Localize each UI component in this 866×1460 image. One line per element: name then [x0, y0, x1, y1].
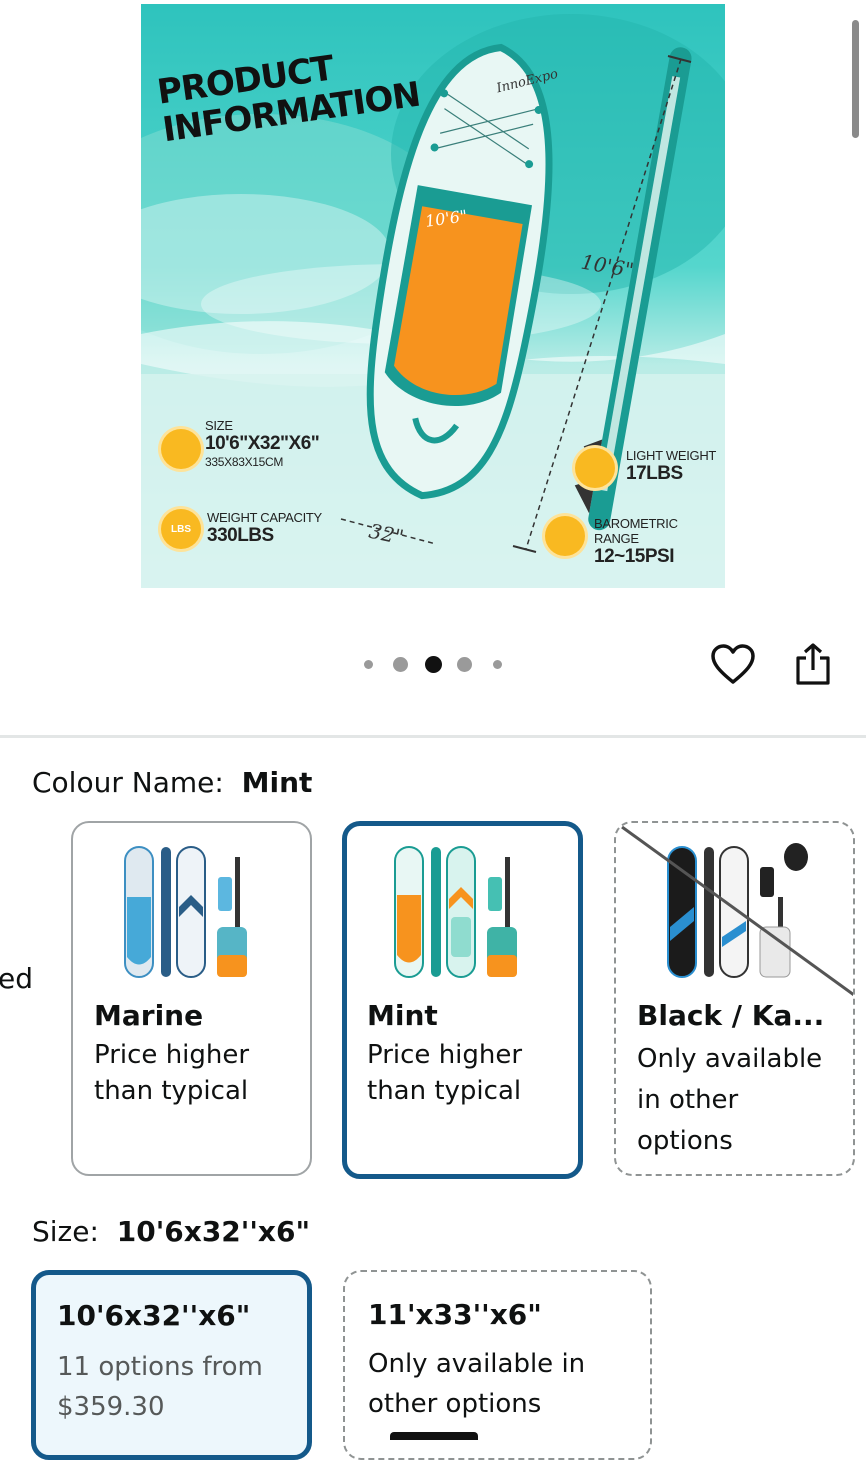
- size-selected-value: 10'6x32''x6": [116, 1215, 311, 1248]
- spec-size-metric: 335X83X15CM: [205, 455, 284, 469]
- feather-icon: [575, 448, 615, 488]
- carousel-dot-3[interactable]: [425, 656, 442, 673]
- colour-option-mint[interactable]: Mint Price higher than typical: [342, 821, 583, 1179]
- colour-option-note: Price higher than typical: [367, 1037, 522, 1109]
- carousel-dot-2[interactable]: [393, 657, 408, 672]
- section-divider: [0, 735, 866, 738]
- size-option-name: 11'x33''x6": [368, 1298, 542, 1331]
- mint-thumbnail: [394, 846, 517, 978]
- gauge-icon: [545, 516, 585, 556]
- colour-option-name: Black / Ka...: [637, 999, 825, 1032]
- unavailable-strike-line: [621, 825, 853, 997]
- spec-capacity: WEIGHT CAPACITY 330LBS: [207, 510, 322, 547]
- spec-weight: LIGHT WEIGHT 17LBS: [626, 448, 716, 485]
- spec-size-value: 10'6"X32"X6": [205, 433, 320, 454]
- heart-icon[interactable]: [710, 644, 756, 686]
- spec-capacity-label: WEIGHT CAPACITY: [207, 510, 322, 525]
- colour-option-note-line1: Only available: [637, 1044, 823, 1074]
- spec-size: SIZE 10'6"X32"X6" 335X83X15CM: [205, 418, 320, 469]
- colour-option-note-line3: options: [637, 1126, 733, 1156]
- carousel-dot-4[interactable]: [457, 657, 472, 672]
- spec-capacity-value: 330LBS: [207, 525, 274, 546]
- size-label: Size:: [32, 1215, 99, 1248]
- offscreen-card-fragment: ed: [0, 962, 33, 995]
- colour-option-name: Marine: [94, 999, 204, 1032]
- size-option-name: 10'6x32''x6": [57, 1299, 251, 1332]
- spec-weight-label: LIGHT WEIGHT: [626, 448, 717, 463]
- size-option-note: 11 options from $359.30: [57, 1347, 263, 1427]
- colour-option-note-line2: in other: [637, 1085, 739, 1115]
- product-image[interactable]: PRODUCT INFORMATION 10'6" 32" 10'6" Inno…: [141, 4, 725, 588]
- colour-label-row: Colour Name: Mint: [32, 766, 312, 799]
- size-option-note-line1: Only available in: [368, 1349, 586, 1379]
- size-option-11[interactable]: 11'x33''x6" Only available in other opti…: [343, 1270, 652, 1460]
- colour-option-note-line2: than typical: [94, 1076, 249, 1106]
- size-option-price: $359.30: [57, 1392, 165, 1422]
- spec-weight-value: 17LBS: [626, 463, 683, 484]
- colour-option-note: Price higher than typical: [94, 1037, 249, 1109]
- weight-icon: LBS: [161, 509, 201, 549]
- colour-option-note-line2: than typical: [367, 1076, 522, 1106]
- marine-thumbnail: [124, 846, 247, 978]
- colour-label: Colour Name:: [32, 766, 224, 799]
- colour-option-note-line1: Price higher: [367, 1040, 523, 1070]
- share-icon[interactable]: [794, 642, 832, 686]
- colour-option-note-line1: Price higher: [94, 1040, 250, 1070]
- spec-size-label: SIZE: [205, 418, 233, 433]
- carousel-dot-1[interactable]: [364, 660, 373, 669]
- scrollbar[interactable]: [852, 20, 859, 138]
- size-option-note-line2: other options: [368, 1389, 542, 1419]
- spec-pressure-label: BAROMETRIC RANGE: [594, 516, 678, 546]
- home-indicator: [390, 1432, 478, 1440]
- ruler-icon: [161, 429, 201, 469]
- size-option-from-text: 11 options from: [57, 1352, 263, 1382]
- size-option-note: Only available in other options: [368, 1344, 585, 1424]
- carousel-dot-5[interactable]: [493, 660, 502, 669]
- size-label-row: Size: 10'6x32''x6": [32, 1215, 310, 1248]
- spec-pressure: BAROMETRIC RANGE 12~15PSI: [594, 516, 725, 568]
- colour-option-note: Only available in other options: [637, 1039, 822, 1162]
- colour-selected-value: Mint: [241, 766, 313, 799]
- colour-option-marine[interactable]: Marine Price higher than typical: [71, 821, 312, 1176]
- colour-option-name: Mint: [367, 999, 438, 1032]
- spec-pressure-value: 12~15PSI: [594, 546, 675, 567]
- weight-icon-text: LBS: [171, 523, 191, 535]
- size-option-10-6[interactable]: 10'6x32''x6" 11 options from $359.30: [31, 1270, 312, 1460]
- colour-option-black[interactable]: Black / Ka... Only available in other op…: [614, 821, 855, 1176]
